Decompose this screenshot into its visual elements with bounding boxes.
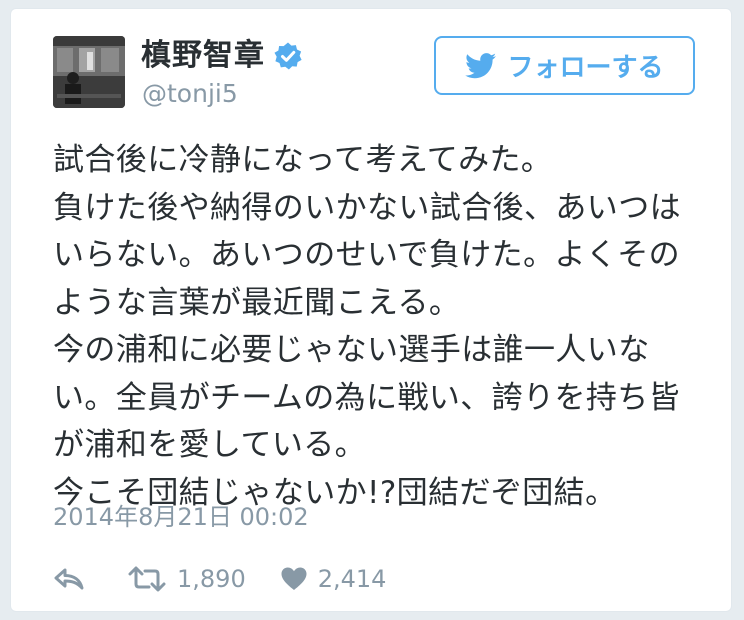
verified-badge-icon [274,42,302,70]
tweet-actions: 1,890 2,414 [53,561,386,597]
twitter-bird-icon [465,52,497,78]
user-handle[interactable]: @tonji5 [142,79,238,109]
tweet-timestamp[interactable]: 2014年8月21日 00:02 [53,502,309,532]
follow-button[interactable]: フォローする [434,36,695,95]
like-count: 2,414 [317,565,387,593]
retweet-count: 1,890 [177,565,246,593]
reply-button[interactable] [53,567,85,591]
avatar[interactable] [53,36,125,108]
follow-button-label: フォローする [507,53,664,83]
retweet-icon [128,566,166,592]
reply-icon [54,568,84,590]
tweet-text: 試合後に冷静になって考えてみた。 負けた後や納得のいかない試合後、あいつは いら… [53,142,681,511]
like-button[interactable]: 2,414 [280,565,387,593]
tweet-card: 槙野智章 @tonji5 フォローする 試合後に冷静になって考えてみた。 負けた… [10,8,732,612]
heart-icon [281,567,307,590]
retweet-button[interactable]: 1,890 [127,565,246,593]
display-name[interactable]: 槙野智章 [141,39,265,73]
user-name-row: 槙野智章 [141,39,303,73]
